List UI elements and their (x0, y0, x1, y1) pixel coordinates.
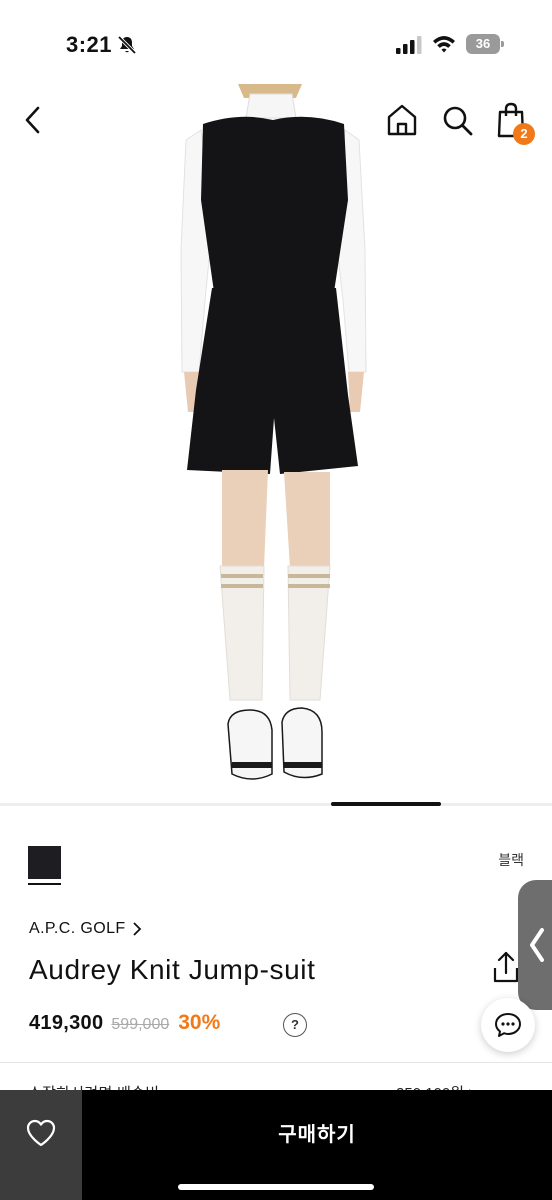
sale-price: 419,300 (29, 1012, 104, 1034)
side-chevron-icon (530, 928, 544, 962)
side-panel-tab[interactable] (518, 880, 552, 1010)
chat-icon (495, 1013, 521, 1037)
brand-link[interactable]: A.P.C. GOLF (29, 920, 142, 938)
brand-name: A.P.C. GOLF (29, 920, 126, 937)
color-swatch[interactable] (28, 846, 61, 879)
status-time: 3:21 (66, 32, 113, 57)
chat-button[interactable] (481, 998, 535, 1052)
home-indicator (178, 1184, 374, 1190)
discount-rate: 30% (178, 1011, 221, 1034)
buy-button[interactable]: 구매하기 (82, 1090, 552, 1174)
price-row: 419,300 599,000 30% (29, 1011, 220, 1035)
heart-icon (26, 1119, 56, 1147)
search-icon[interactable] (441, 104, 473, 136)
wishlist-button[interactable] (0, 1090, 82, 1200)
section-divider (0, 1062, 552, 1063)
wifi-icon (433, 36, 455, 53)
share-icon[interactable] (492, 950, 520, 984)
signal-icon (396, 36, 422, 54)
back-arrow-icon[interactable] (18, 104, 50, 136)
price-help-icon[interactable]: ? (283, 1013, 307, 1037)
color-swatch-selected-underline (28, 883, 61, 885)
battery-level: 36 (466, 34, 500, 54)
product-photo-illustration (180, 84, 367, 780)
carousel-track (0, 803, 552, 806)
bell-off-icon (117, 35, 137, 55)
chevron-right-icon (132, 922, 141, 936)
product-title: Audrey Knit Jump-suit (29, 954, 316, 985)
battery-icon: 36 (466, 34, 504, 54)
status-bar: 3:21 36 (0, 0, 552, 88)
cart-count-badge: 2 (513, 123, 535, 145)
home-icon[interactable] (386, 103, 418, 137)
carousel-indicator (331, 802, 441, 806)
product-image[interactable] (0, 84, 552, 800)
original-price: 599,000 (111, 1016, 170, 1033)
color-name: 블랙 (498, 852, 524, 868)
